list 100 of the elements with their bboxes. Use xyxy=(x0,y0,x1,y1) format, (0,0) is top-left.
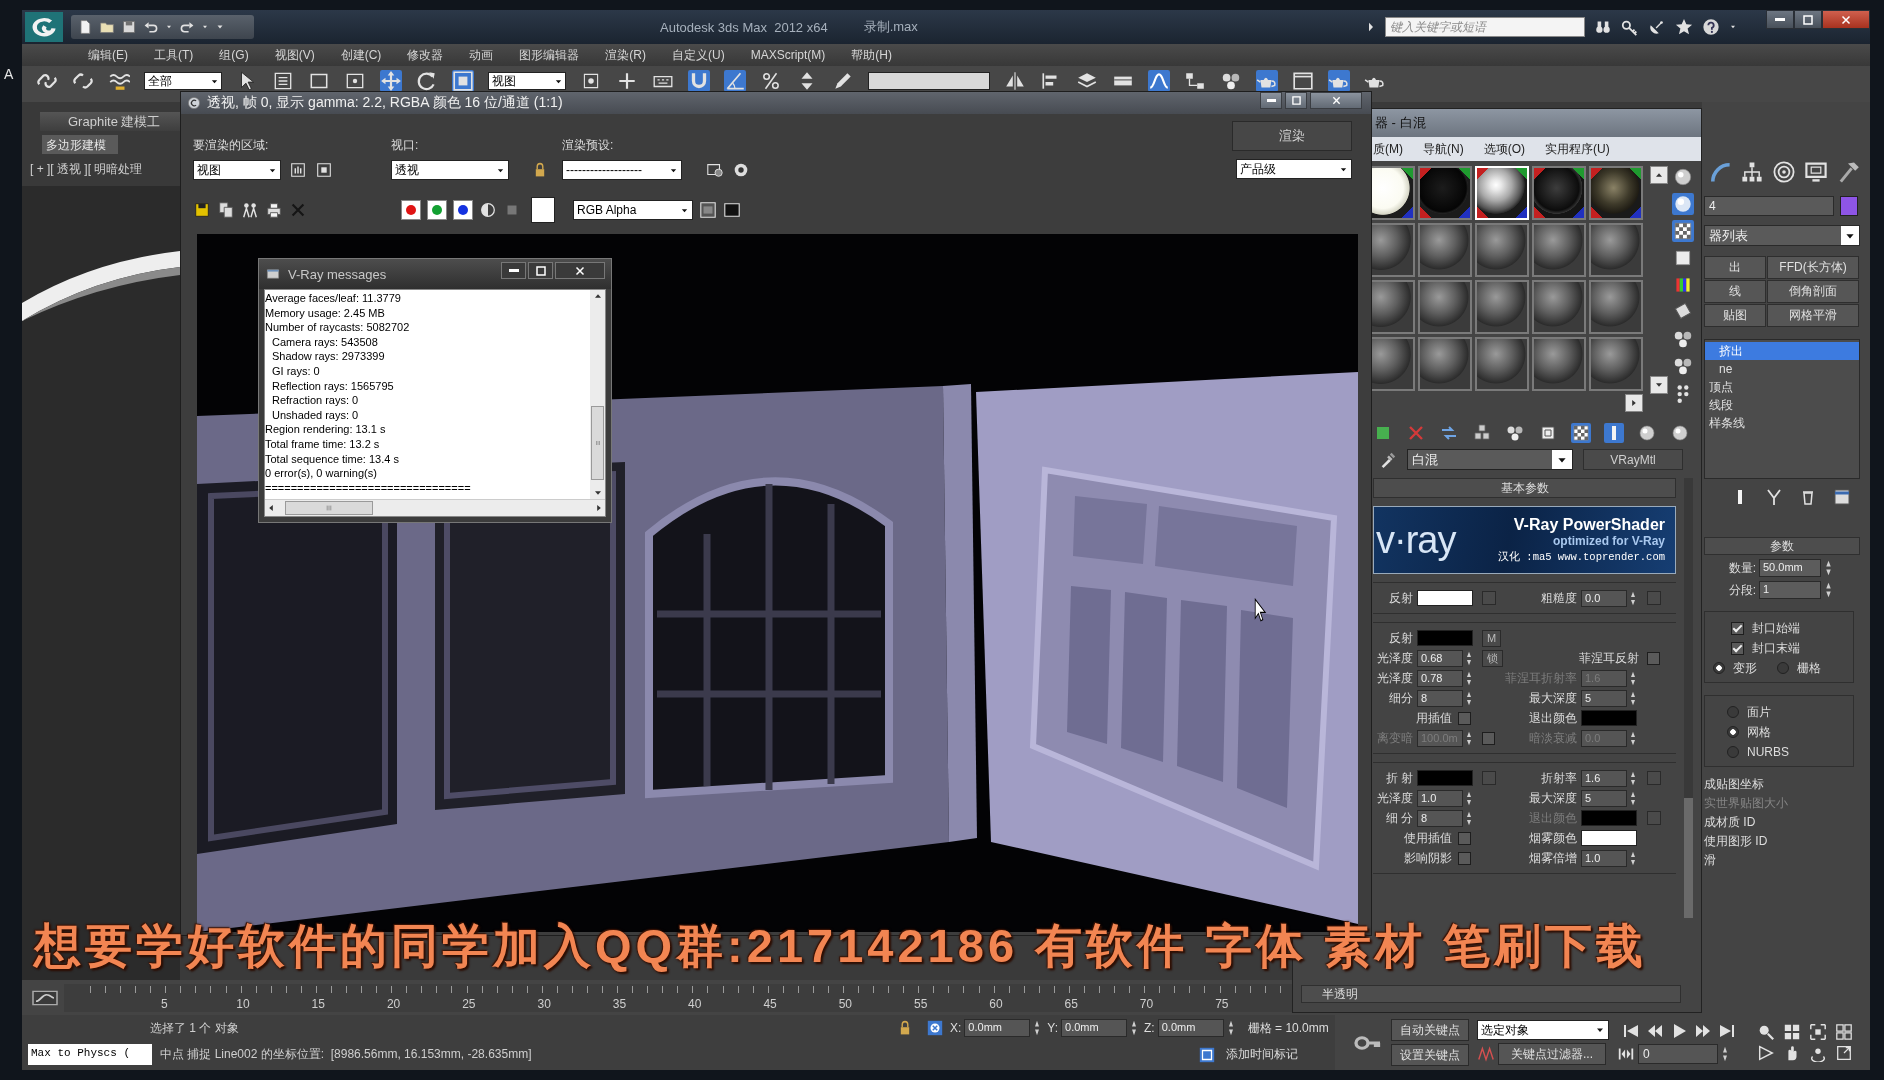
modifier-button[interactable]: 线 xyxy=(1704,280,1766,303)
magnet-icon[interactable] xyxy=(688,70,710,92)
key-filters-button[interactable]: 关键点过滤器... xyxy=(1498,1043,1606,1065)
caret-icon[interactable] xyxy=(1729,23,1737,31)
channel-toggle[interactable] xyxy=(401,200,421,220)
color-swatch[interactable] xyxy=(1417,630,1473,646)
modifier-button[interactable]: 贴图 xyxy=(1704,304,1766,327)
value-field[interactable]: 1 xyxy=(1759,581,1821,599)
menu-item[interactable]: 动画 xyxy=(456,44,507,66)
frame-icon[interactable] xyxy=(1292,70,1314,92)
scale-icon[interactable] xyxy=(452,70,474,92)
mirror-icon[interactable] xyxy=(1004,70,1026,92)
spinner-arrows-icon[interactable] xyxy=(1824,560,1833,576)
minimize-button[interactable] xyxy=(501,262,526,279)
coordinate-field[interactable]: 0.0mm xyxy=(1061,1019,1128,1037)
render-button[interactable]: 渲染 xyxy=(1232,121,1352,151)
dark-screen-icon[interactable] xyxy=(723,201,741,219)
menu-item[interactable]: 选项(O) xyxy=(1483,140,1525,158)
color-swatch[interactable] xyxy=(1840,196,1858,216)
zoom-all-icon[interactable] xyxy=(1783,1023,1801,1041)
checker-icon[interactable] xyxy=(1571,423,1591,443)
scroll-right-button[interactable] xyxy=(1625,394,1643,412)
checkbox[interactable] xyxy=(1458,851,1471,865)
material-name-dropdown[interactable]: 白混 xyxy=(1407,449,1573,470)
rollout-header[interactable]: 参数 xyxy=(1704,537,1860,555)
percent-icon[interactable] xyxy=(760,70,782,92)
spinner-arrows-icon[interactable] xyxy=(1629,590,1637,606)
ribbon-tab[interactable]: Graphite 建模工 xyxy=(40,112,180,131)
modifier-list-dropdown[interactable]: 器列表 xyxy=(1704,225,1860,246)
maximize-button[interactable] xyxy=(1285,92,1307,109)
spinner-arrows-icon[interactable] xyxy=(1629,770,1637,786)
scroll-up-button[interactable] xyxy=(1650,166,1668,184)
value-field[interactable]: 0.78 xyxy=(1417,669,1463,687)
cross-box-icon[interactable] xyxy=(926,1019,944,1037)
render-quality-dropdown[interactable]: 产品级 xyxy=(1236,159,1352,179)
teapot-icon[interactable] xyxy=(1256,70,1278,92)
menu-item[interactable]: 修改器 xyxy=(394,44,457,66)
checkbox[interactable] xyxy=(1458,831,1471,845)
padlock-icon[interactable] xyxy=(898,1020,912,1036)
triangle-icon[interactable] xyxy=(1366,20,1376,34)
sphere-icon[interactable] xyxy=(1637,423,1657,443)
frame-field[interactable]: 0 xyxy=(1638,1044,1718,1064)
radio-button[interactable] xyxy=(1727,706,1739,718)
spinner-arrows-icon[interactable] xyxy=(1629,790,1637,806)
list-icon[interactable] xyxy=(272,70,294,92)
minimize-button[interactable] xyxy=(1766,10,1794,29)
printer-icon[interactable] xyxy=(265,201,283,219)
maximize-button[interactable] xyxy=(1794,10,1822,29)
value-field[interactable]: 0.0 xyxy=(1581,589,1627,607)
new-file-icon[interactable] xyxy=(77,19,93,35)
scrollbar[interactable] xyxy=(590,290,605,499)
sphere-icon[interactable] xyxy=(1670,423,1690,443)
stack-item[interactable]: 线段 xyxy=(1705,396,1859,414)
menu-item[interactable]: 自定义(U) xyxy=(659,44,738,66)
spinner-arrows-icon[interactable] xyxy=(1465,790,1473,806)
cubes-icon[interactable] xyxy=(1472,423,1492,443)
node-graph-icon[interactable] xyxy=(1184,70,1206,92)
scrollbar[interactable] xyxy=(1684,478,1693,918)
split-frame-icon[interactable] xyxy=(699,201,717,219)
scroll-down-button[interactable] xyxy=(1650,376,1668,394)
menu-item[interactable]: 图形编辑器 xyxy=(506,44,593,66)
color-swatch[interactable] xyxy=(1417,590,1473,606)
spinner-arrows-icon[interactable] xyxy=(1824,582,1833,598)
stack-item[interactable]: 样条线 xyxy=(1705,414,1859,432)
star-icon[interactable] xyxy=(1675,18,1693,36)
spinner-arrows-icon[interactable] xyxy=(1465,730,1473,746)
teapot-icon[interactable] xyxy=(1328,70,1350,92)
key-icon[interactable] xyxy=(1621,18,1639,36)
menu-item[interactable]: 视图(V) xyxy=(261,44,328,66)
plus-icon[interactable] xyxy=(616,70,638,92)
color-swatch[interactable] xyxy=(1417,770,1473,786)
eyedropper-icon[interactable] xyxy=(1379,450,1397,469)
radio-button[interactable] xyxy=(1727,726,1739,738)
object-name-field[interactable]: 4 xyxy=(1704,196,1834,216)
channel-toggle[interactable] xyxy=(453,200,473,220)
value-field[interactable]: 1.0 xyxy=(1417,789,1463,807)
material-type-button[interactable]: VRayMtl xyxy=(1583,449,1683,470)
material-sample-slot[interactable] xyxy=(1372,166,1415,220)
spinner-arrows-icon[interactable] xyxy=(1033,1020,1042,1036)
checkbox[interactable] xyxy=(1647,651,1660,665)
set-key-button[interactable]: 设置关键点 xyxy=(1391,1044,1469,1066)
menu-item[interactable]: 创建(C) xyxy=(327,44,395,66)
checkbox[interactable] xyxy=(1458,711,1471,725)
close-button[interactable] xyxy=(1822,10,1870,29)
zoom-icon[interactable] xyxy=(1757,1023,1775,1041)
menu-item[interactable]: 渲染(R) xyxy=(592,44,659,66)
rotate-icon[interactable] xyxy=(416,70,438,92)
ring-icon[interactable] xyxy=(732,161,750,179)
coordinate-field[interactable]: 0.0mm xyxy=(964,1019,1031,1037)
menu-item[interactable]: 工具(T) xyxy=(141,44,207,66)
broken-chain-icon[interactable] xyxy=(72,70,94,92)
figures-icon[interactable] xyxy=(241,201,259,219)
undo-arrow-icon[interactable] xyxy=(143,19,159,35)
spinner-arrows-icon[interactable] xyxy=(1465,810,1473,826)
menu-item[interactable]: 帮助(H) xyxy=(838,44,905,66)
color-swatch[interactable] xyxy=(531,197,555,223)
viewport-dropdown[interactable]: 透视 xyxy=(391,160,509,180)
maximize-button[interactable] xyxy=(528,262,553,279)
scrollbar[interactable] xyxy=(265,499,605,516)
spinner-arrows-icon[interactable] xyxy=(1130,1020,1139,1036)
